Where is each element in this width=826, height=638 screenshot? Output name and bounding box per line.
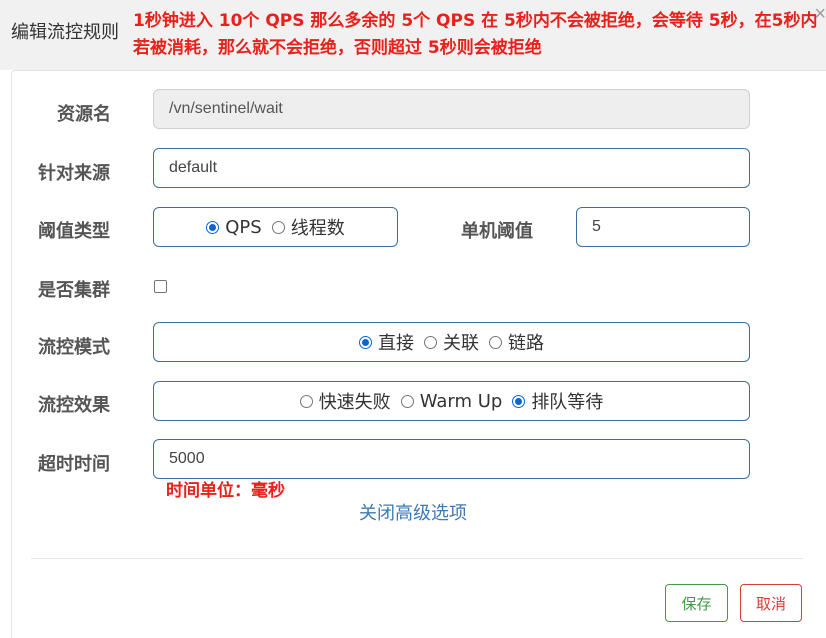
timeout-label: 超时时间 [38, 454, 110, 475]
control-effect-option-queue[interactable]: 排队等待 [512, 388, 603, 414]
control-effect-option-warm-up[interactable]: Warm Up [400, 390, 503, 412]
dialog-header: 编辑流控规则 1秒钟进入 10个 QPS 那么多余的 5个 QPS 在 5秒内不… [0, 0, 826, 70]
dialog-title: 编辑流控规则 [11, 22, 119, 43]
timeout-unit-note: 时间单位：毫秒 [166, 481, 285, 501]
radio-queue[interactable] [512, 394, 526, 408]
radio-qps[interactable] [206, 220, 220, 234]
control-mode-direct-label: 直接 [378, 333, 414, 354]
radio-threads[interactable] [271, 220, 285, 234]
source-label: 针对来源 [38, 163, 110, 184]
control-mode-option-related[interactable]: 关联 [424, 329, 479, 355]
radio-fail-fast[interactable] [299, 394, 313, 408]
control-effect-option-fail-fast[interactable]: 快速失败 [299, 388, 391, 414]
resource-input: /vn/sentinel/wait [153, 89, 750, 129]
control-mode-related-label: 关联 [443, 333, 479, 354]
save-button[interactable]: 保存 [665, 584, 728, 622]
threshold-type-group: QPS 线程数 [153, 207, 398, 247]
timeout-input[interactable]: 5000 [153, 439, 750, 479]
resource-label: 资源名 [57, 104, 111, 125]
control-effect-fail-fast-label: 快速失败 [318, 392, 391, 413]
cancel-button[interactable]: 取消 [740, 584, 802, 622]
control-mode-option-direct[interactable]: 直接 [359, 329, 414, 355]
control-mode-label: 流控模式 [38, 337, 110, 358]
control-mode-group: 直接 关联 链路 [153, 322, 750, 362]
close-icon[interactable]: × [814, 4, 826, 24]
control-mode-chain-label: 链路 [508, 333, 544, 354]
single-threshold-label: 单机阈值 [461, 221, 533, 242]
threshold-type-threads-label: 线程数 [290, 218, 345, 239]
control-mode-option-chain[interactable]: 链路 [489, 329, 544, 355]
advanced-options-toggle[interactable]: 关闭高级选项 [359, 499, 467, 525]
footer-divider [31, 558, 803, 559]
annotation-note: 1秒钟进入 10个 QPS 那么多余的 5个 QPS 在 5秒内不会被拒绝，会等… [133, 11, 818, 58]
threshold-type-option-threads[interactable]: 线程数 [271, 214, 345, 240]
control-effect-label: 流控效果 [38, 395, 110, 416]
radio-warm-up[interactable] [400, 394, 414, 408]
cluster-label: 是否集群 [38, 280, 110, 301]
radio-related[interactable] [424, 335, 437, 349]
single-threshold-input[interactable]: 5 [576, 207, 750, 247]
threshold-type-option-qps[interactable]: QPS [206, 216, 262, 238]
threshold-type-qps-label: QPS [225, 216, 262, 238]
source-input[interactable]: default [153, 148, 750, 188]
radio-direct[interactable] [359, 335, 372, 349]
control-effect-warm-up-label: Warm Up [419, 390, 503, 412]
threshold-type-label: 阈值类型 [38, 221, 110, 242]
cluster-checkbox[interactable] [154, 280, 167, 293]
control-effect-group: 快速失败 Warm Up 排队等待 [153, 381, 750, 421]
radio-chain[interactable] [489, 335, 502, 349]
control-effect-queue-label: 排队等待 [531, 392, 604, 413]
